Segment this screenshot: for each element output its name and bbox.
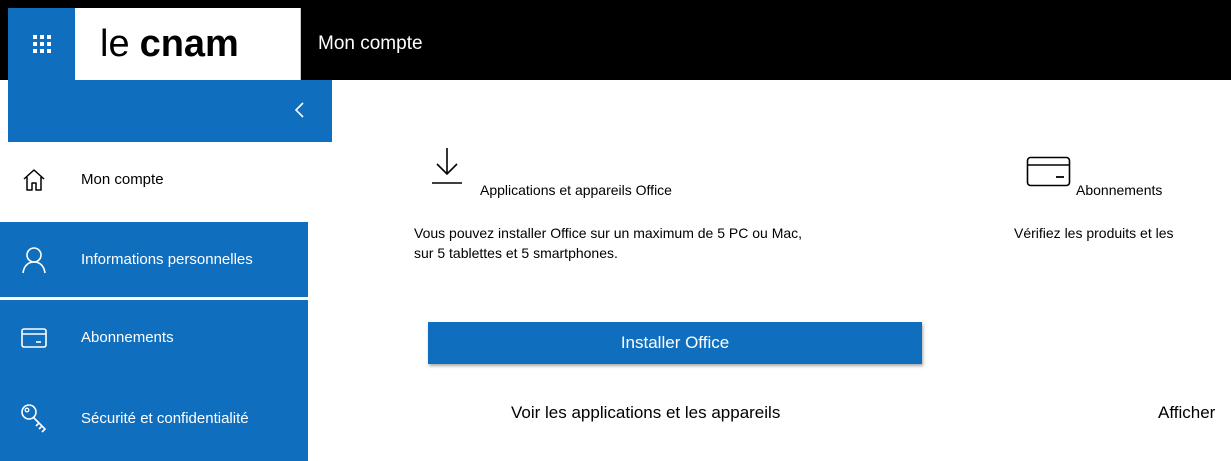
home-icon [20, 166, 48, 194]
apps-card-description-1: Vous pouvez installer Office sur un maxi… [414, 225, 803, 241]
app-title: Mon compte [318, 33, 423, 54]
sidebar-item-informations-personnelles[interactable]: Informations personnelles [0, 222, 308, 297]
app-launcher-button[interactable] [8, 8, 75, 80]
collapse-sidebar-button[interactable] [290, 98, 310, 122]
sidebar-item-mon-compte[interactable]: Mon compte [0, 142, 308, 217]
key-icon [20, 404, 48, 433]
view-subscriptions-link[interactable]: Afficher [1158, 403, 1215, 423]
apps-card-description-2: sur 5 tablettes et 5 smartphones. [414, 245, 618, 261]
sidebar-item-label: Abonnements [81, 329, 174, 346]
card-icon [20, 324, 48, 352]
brand-logo[interactable]: le cnam [75, 8, 301, 80]
person-icon [20, 246, 48, 274]
download-icon [430, 146, 464, 190]
chevron-left-icon [294, 102, 304, 118]
card-icon [1026, 156, 1074, 192]
app-launcher-icon [32, 35, 51, 53]
sidebar-item-label: Informations personnelles [81, 251, 253, 268]
sidebar-nav: Mon compte Informations personnelles Abo… [0, 142, 308, 461]
subscriptions-card-title: Abonnements [1076, 182, 1163, 198]
view-apps-devices-link[interactable]: Voir les applications et les appareils [511, 403, 780, 423]
install-office-button[interactable]: Installer Office [428, 322, 922, 364]
brand-le: le [100, 22, 130, 65]
sidebar-item-abonnements[interactable]: Abonnements [0, 300, 308, 375]
apps-card-title: Applications et appareils Office [480, 182, 672, 198]
sidebar-item-label: Sécurité et confidentialité [81, 409, 249, 427]
sidebar-item-label: Mon compte [81, 171, 164, 188]
subscriptions-card-description: Vérifiez les produits et les [1014, 225, 1174, 241]
sidebar-collapse-bar [8, 80, 332, 142]
sidebar-item-securite[interactable]: Sécurité et confidentialité [0, 375, 308, 461]
brand-cnam: cnam [139, 22, 239, 65]
